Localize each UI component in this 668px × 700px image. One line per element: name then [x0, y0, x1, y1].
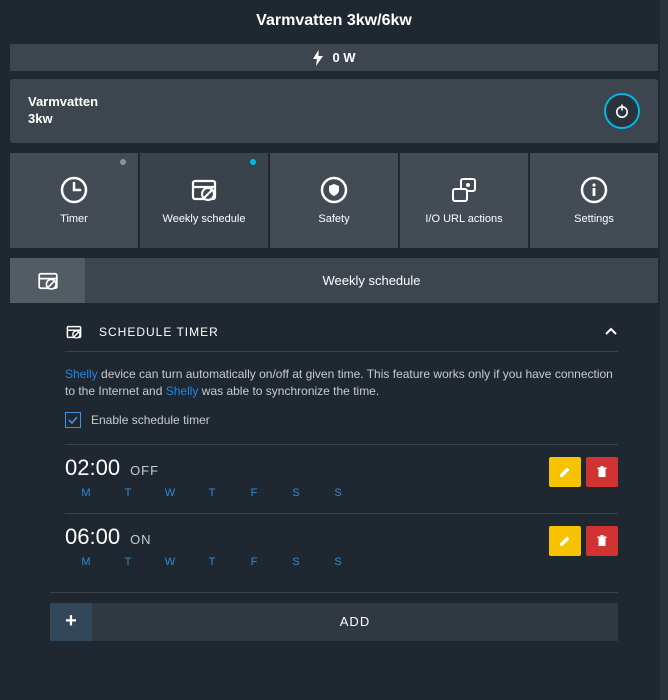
schedule-time: 06:00 ON [65, 524, 359, 550]
device-name-line2: 3kw [28, 111, 98, 128]
schedule-time: 02:00 OFF [65, 455, 359, 481]
day-s2[interactable]: S [317, 556, 359, 568]
plus-icon: + [50, 603, 92, 641]
day-f[interactable]: F [233, 556, 275, 568]
schedule-timer-header[interactable]: SCHEDULE TIMER [65, 309, 618, 352]
pencil-icon [558, 465, 572, 479]
tab-label: Settings [574, 213, 614, 226]
schedule-state: OFF [130, 463, 159, 478]
days-row: M T W T F S S [65, 556, 359, 568]
power-icon [614, 103, 630, 119]
bolt-icon [312, 50, 324, 66]
io-icon [449, 175, 479, 205]
edit-button[interactable] [549, 457, 581, 487]
tab-row: Timer Weekly schedule Safety I/O URL act… [10, 153, 658, 248]
tab-label: Safety [318, 213, 349, 226]
shelly-link[interactable]: Shelly [65, 367, 98, 381]
days-row: M T W T F S S [65, 487, 359, 499]
day-t[interactable]: T [107, 487, 149, 499]
calendar-icon [65, 323, 83, 341]
day-w[interactable]: W [149, 556, 191, 568]
time-value: 06:00 [65, 524, 120, 550]
section-label: Weekly schedule [85, 273, 658, 288]
calendar-icon [36, 269, 60, 293]
day-s[interactable]: S [275, 487, 317, 499]
tab-io-url-actions[interactable]: I/O URL actions [400, 153, 528, 248]
add-schedule-row[interactable]: + ADD [50, 592, 618, 641]
desc-text: was able to synchronize the time. [198, 384, 379, 398]
power-consumption-bar: 0 W [10, 44, 658, 71]
info-icon [579, 175, 609, 205]
tab-label: Timer [60, 213, 88, 226]
shelly-link[interactable]: Shelly [166, 384, 199, 398]
section-header: Weekly schedule [10, 258, 658, 303]
day-t2[interactable]: T [191, 556, 233, 568]
section-icon-block [10, 258, 85, 303]
day-t2[interactable]: T [191, 487, 233, 499]
tab-timer[interactable]: Timer [10, 153, 138, 248]
tab-label: I/O URL actions [425, 213, 502, 226]
pencil-icon [558, 534, 572, 548]
edit-button[interactable] [549, 526, 581, 556]
power-watts: 0 W [332, 50, 355, 65]
chevron-up-icon [604, 325, 618, 339]
schedule-item: 06:00 ON M T W T F S S [65, 513, 618, 582]
delete-button[interactable] [586, 457, 618, 487]
checkbox-label: Enable schedule timer [91, 413, 210, 427]
trash-icon [595, 465, 609, 479]
day-s2[interactable]: S [317, 487, 359, 499]
checkbox-icon [65, 412, 81, 428]
tab-label: Weekly schedule [163, 213, 246, 226]
schedule-item: 02:00 OFF M T W T F S S [65, 444, 618, 513]
page-title: Varmvatten 3kw/6kw [10, 12, 658, 30]
shield-icon [319, 175, 349, 205]
scrollbar-track[interactable] [660, 0, 668, 700]
schedule-state: ON [130, 532, 152, 547]
device-name: Varmvatten 3kw [28, 94, 98, 128]
calendar-icon [189, 175, 219, 205]
power-toggle-button[interactable] [604, 93, 640, 129]
subsection-label: SCHEDULE TIMER [99, 325, 219, 339]
time-value: 02:00 [65, 455, 120, 481]
day-s[interactable]: S [275, 556, 317, 568]
tab-safety[interactable]: Safety [270, 153, 398, 248]
trash-icon [595, 534, 609, 548]
status-dot-icon [250, 159, 256, 165]
delete-button[interactable] [586, 526, 618, 556]
tab-weekly-schedule[interactable]: Weekly schedule [140, 153, 268, 248]
tab-settings[interactable]: Settings [530, 153, 658, 248]
day-t[interactable]: T [107, 556, 149, 568]
status-dot-icon [120, 159, 126, 165]
schedule-description: Shelly device can turn automatically on/… [65, 366, 618, 400]
day-f[interactable]: F [233, 487, 275, 499]
device-name-line1: Varmvatten [28, 94, 98, 111]
day-m[interactable]: M [65, 556, 107, 568]
clock-icon [59, 175, 89, 205]
add-label: ADD [92, 603, 618, 641]
device-card: Varmvatten 3kw [10, 79, 658, 143]
enable-schedule-checkbox-row[interactable]: Enable schedule timer [65, 412, 618, 428]
day-m[interactable]: M [65, 487, 107, 499]
day-w[interactable]: W [149, 487, 191, 499]
